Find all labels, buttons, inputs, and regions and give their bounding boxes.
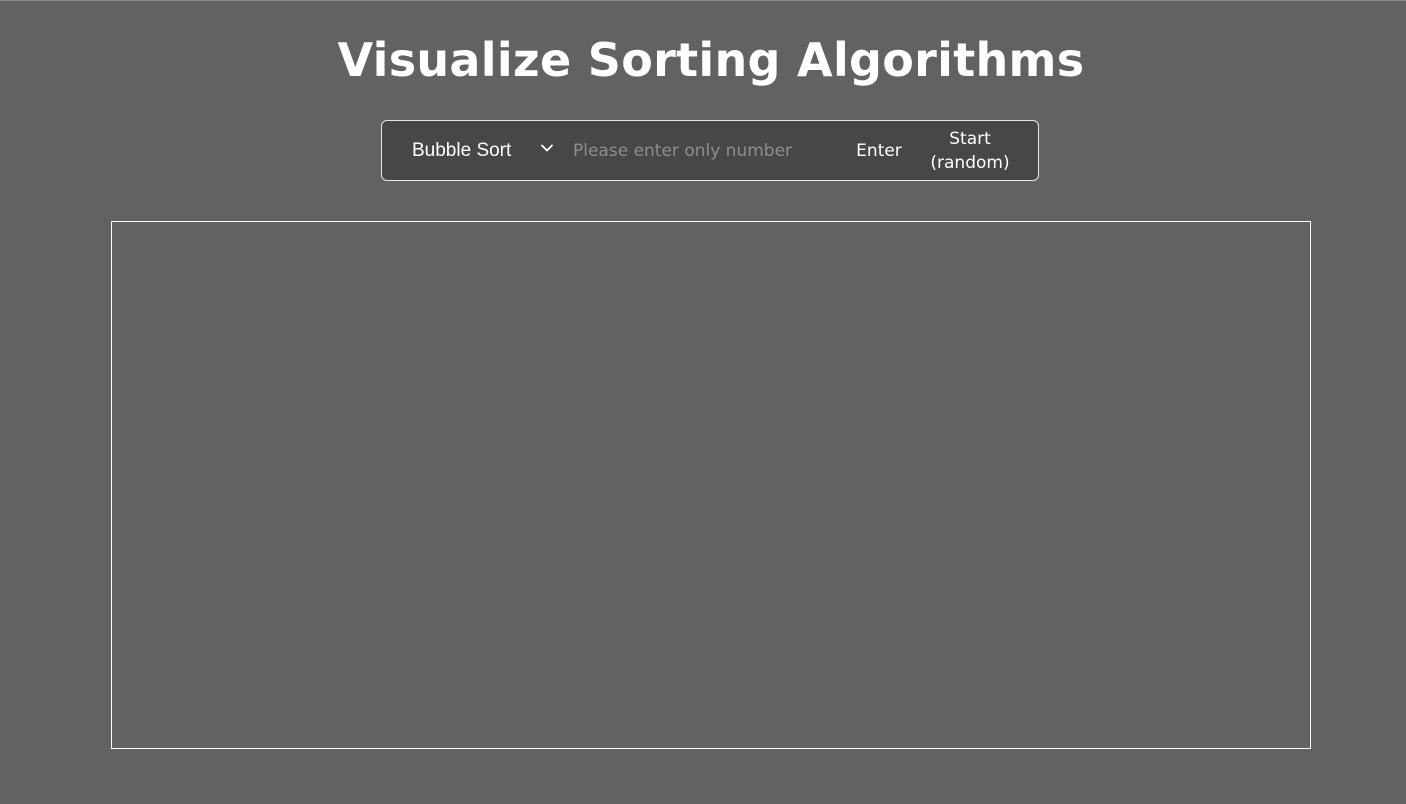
page: Visualize Sorting Algorithms Bubble Sort… [0, 0, 1406, 804]
top-divider [0, 0, 1406, 1]
page-title: Visualize Sorting Algorithms [337, 33, 1085, 87]
chevron-down-icon [541, 144, 553, 152]
controls-bar: Bubble Sort Enter Start (random) [381, 120, 1039, 181]
algorithm-select[interactable]: Bubble Sort [412, 121, 553, 180]
sorting-visualizer-canvas [111, 221, 1311, 749]
number-input[interactable] [571, 135, 833, 167]
start-button-label-line2: (random) [930, 153, 1010, 173]
algorithm-select-value: Bubble Sort [412, 139, 512, 161]
start-button-label-line1: Start [949, 129, 991, 149]
enter-button[interactable]: Enter [844, 135, 914, 167]
start-random-button[interactable]: Start (random) [917, 127, 1023, 175]
